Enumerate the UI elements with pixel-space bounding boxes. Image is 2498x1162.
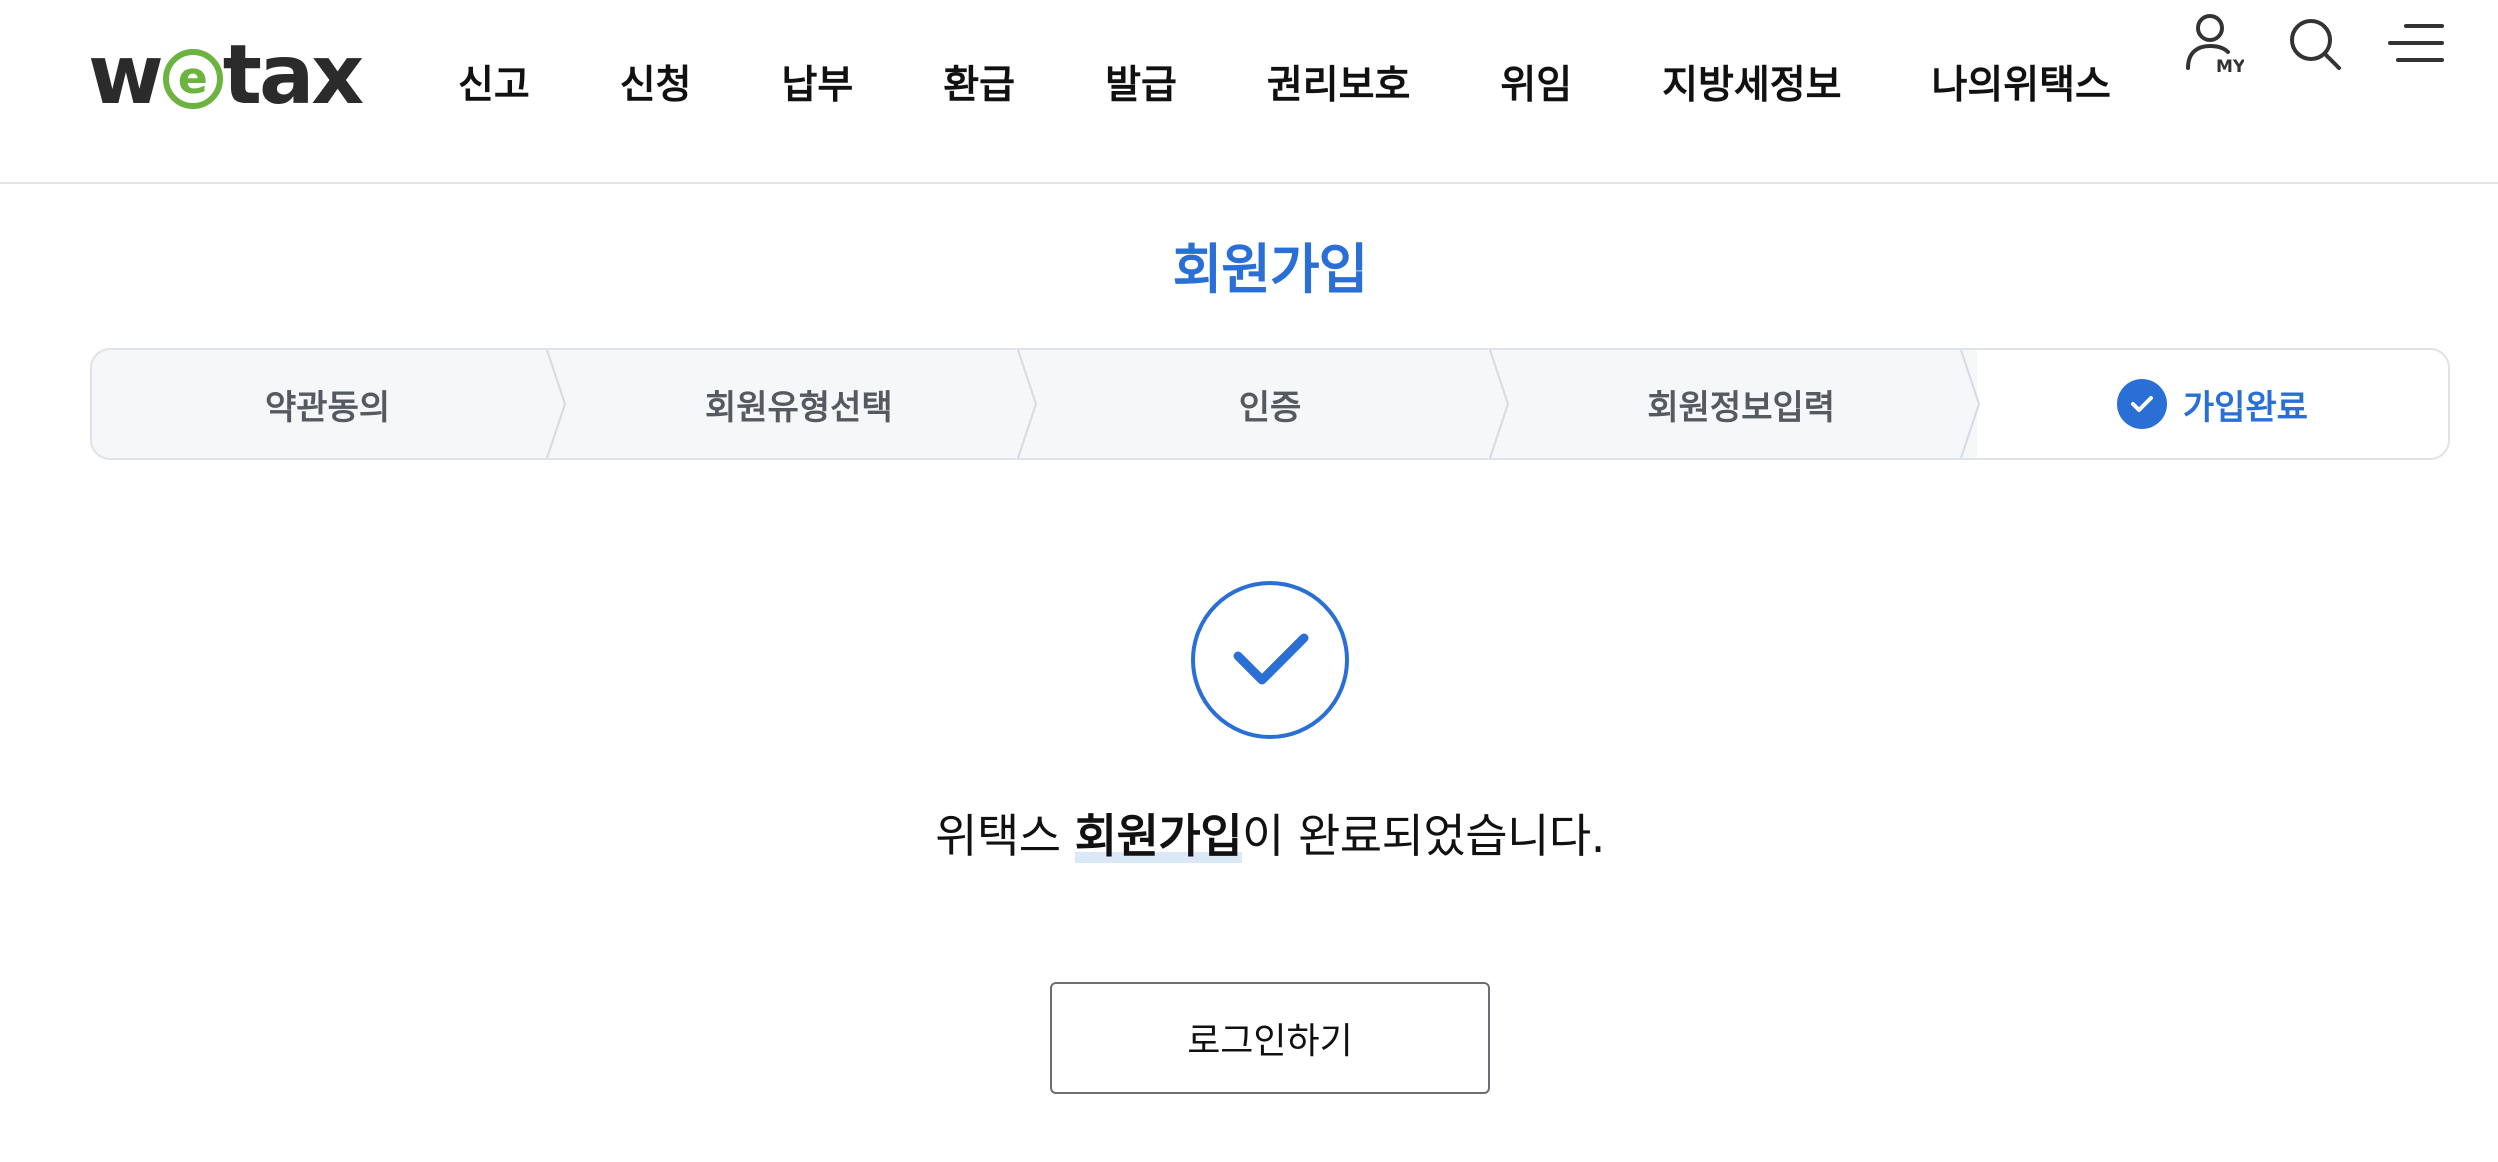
success-check-icon (1191, 581, 1349, 739)
nav-item-payment[interactable]: 납부 (782, 54, 854, 110)
message-suffix: 이 완료되었습니다. (1242, 809, 1605, 863)
step-label: 가입완료 (2182, 387, 2308, 428)
search-button[interactable] (2283, 8, 2347, 78)
all-menu-button[interactable] (2384, 8, 2448, 78)
step-label: 회원유형선택 (704, 387, 893, 428)
step-member-info: 회원정보입력 (1506, 350, 1980, 458)
step-complete-check-icon (2116, 379, 2167, 429)
nav-item-local-tax-info[interactable]: 지방세정보 (1662, 54, 1841, 110)
page-title: 회원가입 (1172, 238, 1369, 301)
main-nav: 신고 신청 납부 환급 발급 권리보호 위임 지방세정보 나의위택스 (458, 42, 2111, 122)
nav-item-issue[interactable]: 발급 (1105, 54, 1177, 110)
nav-item-rights[interactable]: 권리보호 (1267, 54, 1411, 110)
user-my-icon: MY (2186, 14, 2244, 77)
completion-message: 위택스 회원가입이 완료되었습니다. (0, 800, 2498, 866)
login-button[interactable]: 로그인하기 (1050, 982, 1490, 1094)
message-highlight: 회원가입 (1074, 809, 1243, 863)
step-divider-chevron (1959, 350, 1980, 458)
search-icon (2290, 19, 2341, 70)
step-verification: 인증 (1034, 350, 1509, 458)
logo-suffix: tax (222, 27, 364, 123)
nav-item-delegate[interactable]: 위임 (1500, 54, 1572, 110)
wetax-logo[interactable]: w e tax (88, 27, 364, 123)
signup-step-indicator: 약관동의 회원유형선택 인증 회원정보입력 가입완료 (90, 348, 2450, 460)
nav-item-apply[interactable]: 신청 (620, 54, 692, 110)
step-label: 인증 (1238, 387, 1302, 428)
menu-icon (2388, 24, 2444, 62)
step-member-type: 회원유형선택 (563, 350, 1038, 458)
logo-e-mark: e (162, 49, 223, 109)
site-header: w e tax 신고 신청 납부 환급 발급 권리보호 위임 지방세정보 나의위… (0, 0, 2498, 184)
step-divider-chevron (1488, 350, 1509, 458)
step-divider-chevron (1017, 350, 1038, 458)
my-page-button[interactable]: MY (2180, 8, 2244, 78)
step-signup-complete: 가입완료 (1976, 350, 2448, 458)
step-label: 약관동의 (265, 387, 391, 428)
step-terms-agreement: 약관동의 (92, 350, 567, 458)
my-badge-text: MY (2216, 57, 2244, 77)
nav-item-refund[interactable]: 환급 (943, 54, 1015, 110)
message-prefix: 위택스 (935, 809, 1075, 863)
step-label: 회원정보입력 (1647, 387, 1836, 428)
logo-prefix: w (88, 27, 164, 123)
step-divider-chevron (546, 350, 567, 458)
nav-item-report[interactable]: 신고 (458, 54, 530, 110)
nav-item-my-wetax[interactable]: 나의위택스 (1932, 54, 2111, 110)
